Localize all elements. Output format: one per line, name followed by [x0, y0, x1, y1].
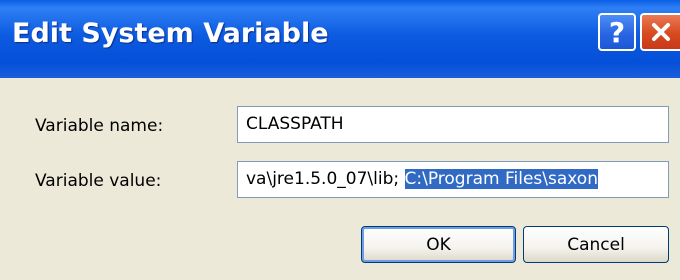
variable-value-input[interactable]: va\jre1.5.0_07\lib; C:\Program Files\sax…	[237, 161, 669, 198]
variable-name-label: Variable name:	[35, 116, 164, 136]
variable-name-value: CLASSPATH	[246, 114, 344, 134]
ok-button[interactable]: OK	[361, 226, 516, 263]
variable-name-input[interactable]: CLASSPATH	[237, 106, 669, 143]
ok-button-label: OK	[426, 234, 451, 255]
title-bar[interactable]: Edit System Variable ?	[0, 0, 680, 78]
variable-value-label: Variable value:	[35, 171, 162, 191]
close-button[interactable]	[640, 13, 680, 51]
variable-value-selected-text: C:\Program Files\saxon	[404, 169, 598, 189]
help-button[interactable]: ?	[598, 13, 636, 51]
edit-system-variable-dialog: Edit System Variable ? Variable name: CL…	[0, 0, 680, 280]
cancel-button-label: Cancel	[567, 234, 625, 255]
variable-value-text: va\jre1.5.0_07\lib;	[246, 169, 405, 189]
question-mark-icon: ?	[608, 15, 626, 49]
close-icon	[652, 23, 670, 41]
cancel-button[interactable]: Cancel	[523, 226, 669, 263]
window-title: Edit System Variable	[12, 18, 329, 49]
